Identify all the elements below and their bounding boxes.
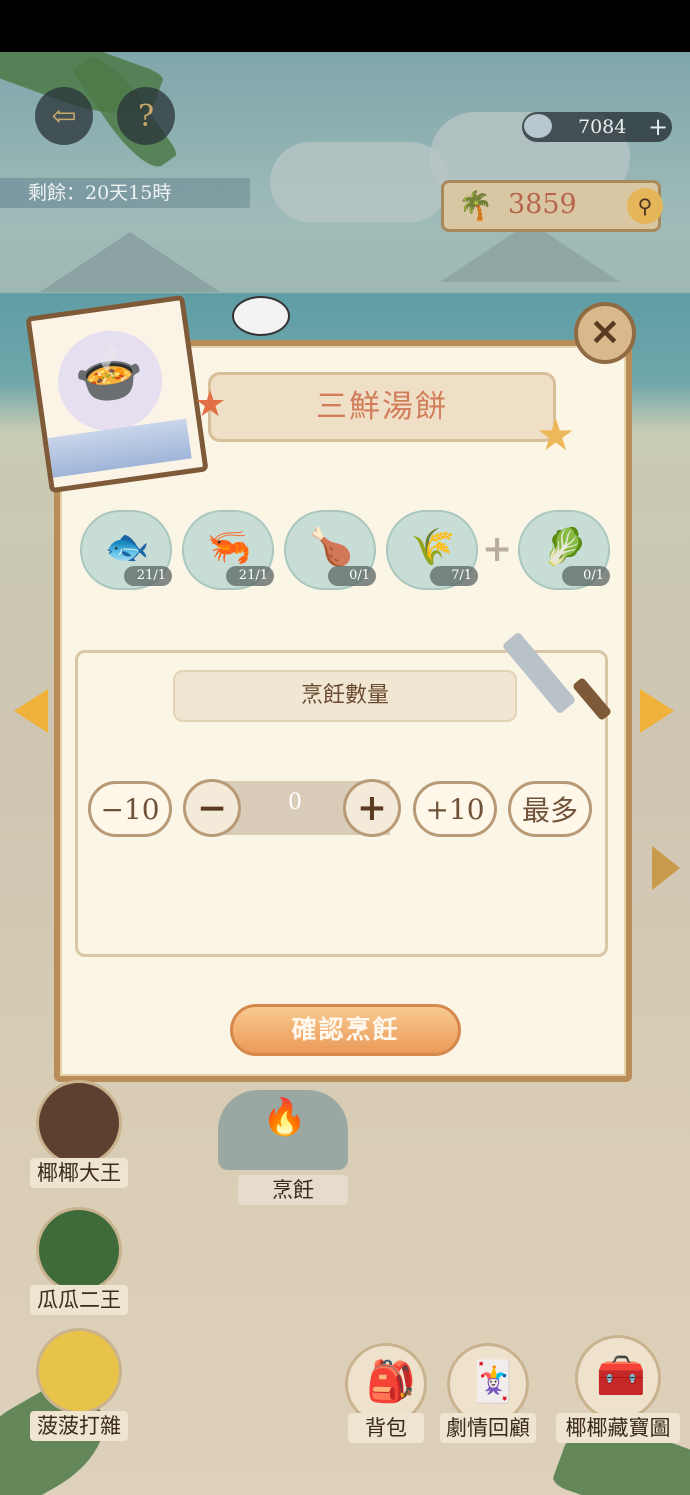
magnifier-icon[interactable]: ⚲ — [627, 188, 663, 224]
ingredient-shrimp[interactable]: 🦐 21/1 — [182, 510, 274, 590]
palm-count: 3859 — [508, 189, 577, 220]
scene-arrow-icon[interactable] — [652, 846, 680, 890]
starfish-icon: ★ — [536, 410, 576, 461]
shell-currency: 7084 + — [522, 112, 672, 142]
question-mark-icon: ? — [137, 98, 155, 134]
seagull-icon — [232, 296, 290, 336]
ingredient-count: 21/1 — [124, 566, 172, 586]
campfire-icon[interactable]: 🔥 — [218, 1090, 348, 1170]
chicken-icon: 🍗 — [308, 527, 354, 568]
cloud — [270, 142, 450, 222]
shell-icon — [524, 114, 552, 138]
shell-count: 7084 — [578, 116, 627, 138]
character-name: 椰椰大王 — [30, 1158, 128, 1188]
character-name: 菠菠打雜 — [30, 1411, 128, 1441]
shrimp-icon: 🦐 — [206, 527, 252, 568]
plus-button[interactable]: + — [343, 779, 401, 837]
nav-label: 劇情回顧 — [440, 1413, 536, 1443]
scallion-icon: 🥬 — [542, 527, 588, 568]
treasure-chest-icon: 🧰 — [596, 1353, 646, 1399]
avatar-pineapple[interactable] — [36, 1328, 122, 1414]
remaining-time: 剩餘：20天15時 — [0, 178, 250, 208]
back-arrow-icon: ⇦ — [51, 98, 77, 134]
nav-label: 背包 — [348, 1413, 424, 1443]
ingredient-scallion[interactable]: 🥬 0/1 — [518, 510, 610, 590]
mountain — [40, 232, 220, 292]
ingredient-count: 7/1 — [430, 566, 478, 586]
character-name: 瓜瓜二王 — [30, 1285, 128, 1315]
story-cards-icon: 🃏 — [468, 1359, 518, 1405]
minus-button[interactable]: − — [183, 779, 241, 837]
palm-currency: 🌴 3859 ⚲ — [441, 180, 663, 232]
next-recipe-arrow-icon[interactable] — [640, 689, 674, 733]
ingredient-wheat[interactable]: 🌾 7/1 — [386, 510, 478, 590]
add-shells-button[interactable]: + — [648, 112, 668, 142]
ingredient-count: 21/1 — [226, 566, 274, 586]
plus-10-button[interactable]: +10 — [413, 781, 497, 837]
help-button[interactable]: ? — [117, 87, 175, 145]
backpack-icon: 🎒 — [366, 1359, 416, 1405]
treasure-map-button[interactable]: 🧰 — [575, 1335, 661, 1421]
wheat-icon: 🌾 — [410, 527, 456, 568]
wave-decoration — [47, 418, 192, 478]
close-button[interactable]: ✕ — [574, 302, 636, 364]
avatar-watermelon[interactable] — [36, 1207, 122, 1293]
status-bar — [0, 0, 690, 52]
palm-tree-icon: 🌴 — [458, 189, 493, 222]
previous-recipe-arrow-icon[interactable] — [14, 689, 48, 733]
back-button[interactable]: ⇦ — [35, 87, 93, 145]
starfish-icon: ★ — [194, 384, 227, 425]
fire-icon: 🔥 — [262, 1097, 307, 1138]
soup-bowl-icon: 🍲 — [70, 337, 149, 412]
recipe-title: 三鮮湯餅 — [208, 372, 556, 442]
ingredient-chicken[interactable]: 🍗 0/1 — [284, 510, 376, 590]
ingredient-count: 0/1 — [328, 566, 376, 586]
avatar-coconut[interactable] — [36, 1080, 122, 1166]
cooking-station-label[interactable]: 烹飪 — [238, 1175, 348, 1205]
dish-card: 🍲 — [25, 294, 209, 494]
ingredient-fish[interactable]: 🐟 21/1 — [80, 510, 172, 590]
plus-separator: + — [482, 528, 513, 570]
nav-label: 椰椰藏寶圖 — [556, 1413, 680, 1443]
confirm-cooking-button[interactable]: 確認烹飪 — [230, 1004, 461, 1056]
minus-10-button[interactable]: −10 — [88, 781, 172, 837]
close-icon: ✕ — [589, 312, 621, 354]
ingredient-count: 0/1 — [562, 566, 610, 586]
fish-icon: 🐟 — [104, 527, 150, 568]
quantity-value[interactable]: 0 — [245, 790, 345, 815]
cooking-quantity-label: 烹飪數量 — [173, 670, 517, 722]
max-button[interactable]: 最多 — [508, 781, 592, 837]
